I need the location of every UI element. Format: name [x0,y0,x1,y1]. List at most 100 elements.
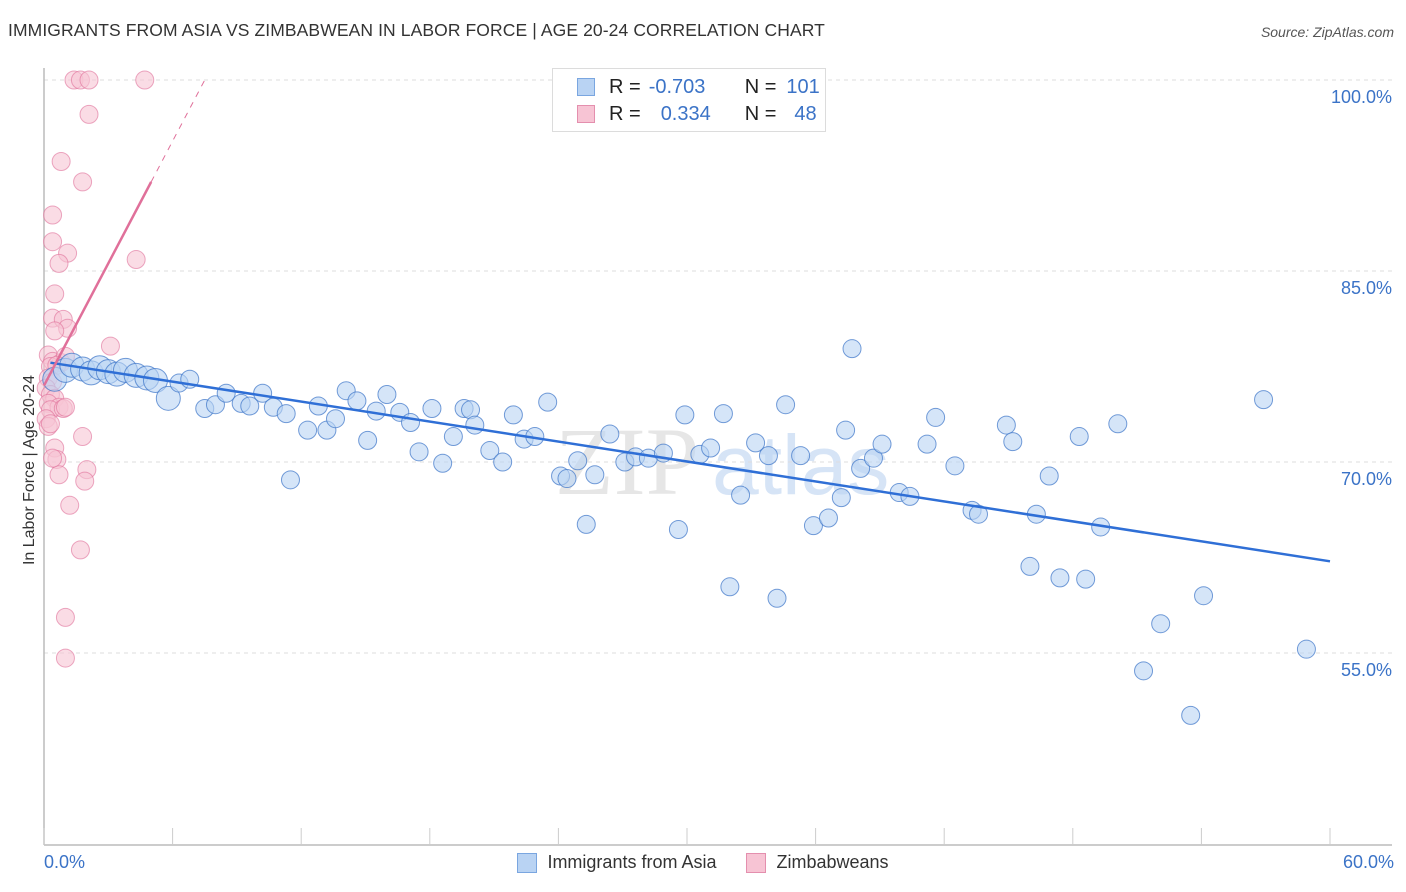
asia-point [503,405,523,425]
asia-point [538,392,558,412]
zimbabweans-point [60,495,80,515]
asia-point [836,420,856,440]
zimbabweans-point [73,427,93,447]
y-axis-label: In Labor Force | Age 20-24 [21,374,38,566]
zimbabweans-point [126,250,146,270]
asia-point [720,577,740,597]
asia-point [917,434,937,454]
asia-point [280,470,300,490]
legend-label: Immigrants from Asia [547,852,717,872]
zimbabweans-point [40,414,60,434]
asia-point [945,456,965,476]
r-value: 0.334 [660,102,711,125]
zimbabweans-swatch [746,852,767,873]
asia-point [276,404,296,424]
asia-trend-line [50,361,1331,563]
asia-point [409,442,429,462]
y-tick-label: 55.0% [1340,660,1392,680]
zimbabweans-point [55,607,75,627]
asia-point [1194,586,1214,606]
asia-point [675,405,695,425]
asia-point [791,446,811,466]
asia-point [600,424,620,444]
zimbabweans-point [43,448,63,468]
stats-legend-row-asia: R = -0.703 N = 101 [577,75,820,99]
stats-legend-row-zimbabweans: R = 0.334 N = 48 [577,102,817,126]
asia-point [1039,466,1059,486]
asia-point [1254,390,1274,410]
asia-point [731,485,751,505]
asia-point [358,430,378,450]
zimbabweans-point [70,540,90,560]
asia-point [1050,568,1070,588]
r-label: R = [609,102,641,125]
asia-point [996,415,1016,435]
zimbabweans-point [55,397,75,417]
asia-point [1003,432,1023,452]
asia-point [818,508,838,528]
asia-point [1076,569,1096,589]
asia-point [1296,639,1316,659]
asia-point [872,434,892,454]
asia-point [1069,427,1089,447]
asia-point [585,465,605,485]
asia-swatch [517,852,538,873]
y-tick-label: 70.0% [1340,469,1392,489]
asia-point [576,514,596,534]
zimbabweans-point [43,232,63,252]
zimbabweans-point [49,253,69,273]
asia-point [831,488,851,508]
n-label: N = [744,102,777,125]
legend-item-zimbabweans[interactable]: Zimbabweans [746,852,889,873]
asia-point [1151,614,1171,634]
zimbabweans-point [75,471,95,491]
zimbabweans-point [49,465,69,485]
asia-point [557,469,577,489]
asia-point [433,453,453,473]
asia-point [465,415,485,435]
asia-points [42,339,1316,725]
asia-point [325,409,345,429]
asia-point [701,438,721,458]
y-tick-label: 100.0% [1330,87,1392,107]
zimbabweans-point [135,70,155,90]
zimbabweans-point [51,151,71,171]
zimbabweans-point [73,172,93,192]
n-value: 48 [794,102,817,125]
series-legend: Immigrants from Asia Zimbabweans [0,852,1406,873]
asia-point [1020,556,1040,576]
r-label: R = [609,75,641,98]
asia-point [1181,705,1201,725]
legend-item-asia[interactable]: Immigrants from Asia [517,852,716,873]
gridlines [44,79,1392,654]
zimbabweans-swatch [577,105,595,123]
asia-point [568,451,588,471]
stats-legend: R = -0.703 N = 101 R = 0.334 N = 48 [552,68,826,132]
n-value: 101 [786,75,820,98]
asia-point [668,519,688,539]
asia-point [401,413,421,433]
asia-point [422,399,442,419]
r-value: -0.703 [648,75,706,98]
asia-point [776,395,796,415]
asia-point [1134,661,1154,681]
asia-point [216,383,236,403]
zimbabweans-point [100,336,120,356]
zimbabweans-point [79,70,99,90]
zimbabweans-point [55,648,75,668]
y-tick-label: 85.0% [1340,278,1392,298]
asia-point [443,427,463,447]
asia-point [767,588,787,608]
asia-point [377,385,397,405]
asia-point [493,452,513,472]
zimbabweans-point [43,205,63,225]
scatter-plot: ZIP atlas [36,68,1392,846]
asia-point [926,407,946,427]
legend-label: Zimbabweans [776,852,889,872]
asia-point [758,446,778,466]
zimbabweans-trend-extension [150,79,206,183]
asia-point [1108,414,1128,434]
n-label: N = [744,75,777,98]
asia-point [347,391,367,411]
zimbabweans-point [45,321,65,341]
